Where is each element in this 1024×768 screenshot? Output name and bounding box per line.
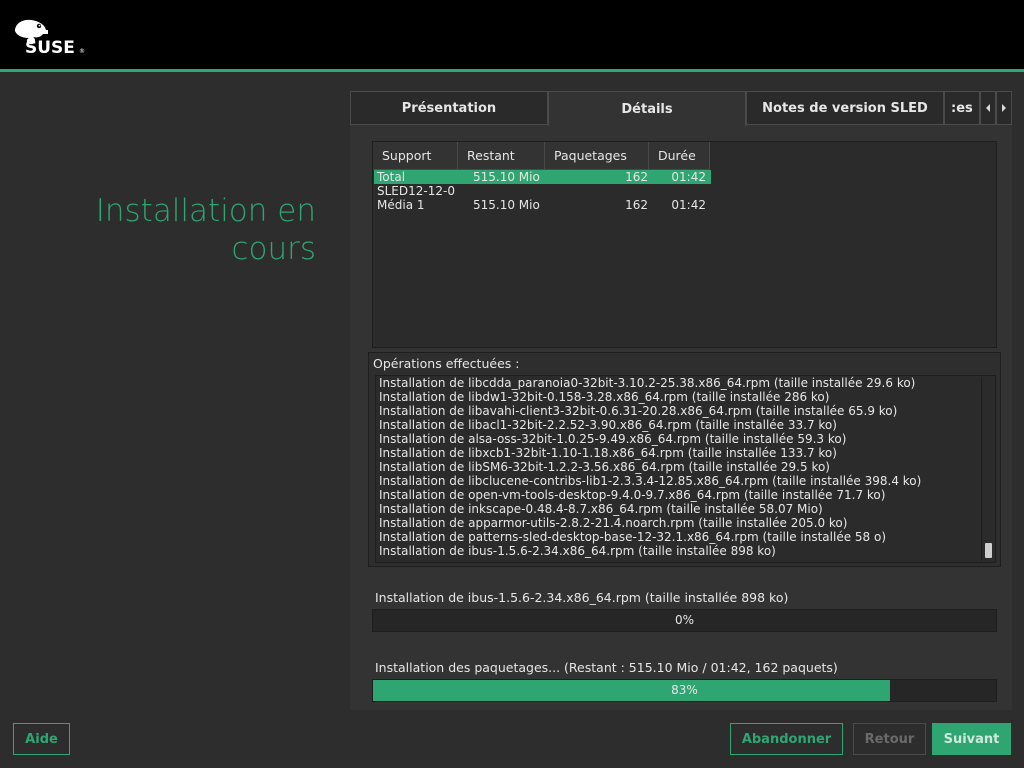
tab-overflow-label: :es [951,100,973,116]
header-accent-line [0,69,1024,72]
tab-presentation-label: Présentation [401,100,497,116]
column-header-packages[interactable]: Paquetages [545,142,649,170]
list-item: Installation de inkscape-0.48.4-8.7.x86_… [379,502,823,516]
operations-group: Opérations effectuées : Installation de … [368,352,1001,567]
list-item: Installation de libcdda_paranoia0-32bit-… [379,376,916,390]
cell-packages [588,184,648,198]
column-header-support[interactable]: Support [373,142,458,170]
list-item: Installation de apparmor-utils-2.8.2-21.… [379,516,848,530]
list-item: Installation de open-vm-tools-desktop-9.… [379,488,886,502]
tab-details-label: Détails [621,101,673,117]
package-progress-bar: 0% [372,609,997,632]
tab-overflow[interactable]: :es [944,91,980,125]
list-item: Installation de libclucene-contribs-lib1… [379,474,922,488]
package-progress-text: 0% [674,613,695,627]
operations-label: Opérations effectuées : [373,356,520,371]
total-progress-text: 83% [671,683,698,697]
list-item: Installation de libdw1-32bit-0.158-3.28.… [379,390,830,404]
column-header-remaining[interactable]: Restant [458,142,545,170]
tab-scroll-right-button[interactable] [996,91,1012,125]
total-progress-bar: 83% [372,679,997,702]
tab-details[interactable]: Détails [548,91,746,126]
suse-logo: SUSE ® [15,19,85,57]
cell-packages: 162 [625,198,648,212]
list-item: Installation de ibus-1.5.6-2.34.x86_64.r… [379,544,776,558]
media-table[interactable]: Support Restant Paquetages Durée Total 5… [372,141,997,348]
next-button[interactable]: Suivant [932,723,1011,755]
help-button[interactable]: Aide [13,723,70,755]
media-table-header: Support Restant Paquetages Durée [373,142,710,170]
chevron-left-icon [986,104,990,112]
total-progress-label: Installation des paquetages... (Restant … [375,660,838,675]
cell-remaining: 515.10 Mio [473,198,540,212]
header-bar: SUSE ® [0,0,1024,69]
cell-packages: 162 [625,170,648,184]
list-item: Installation de libSM6-32bit-1.2.2-3.56.… [379,460,830,474]
cell-duration: 01:42 [671,198,706,212]
back-button[interactable]: Retour [853,723,926,755]
page-title-line2: cours [231,231,316,267]
operations-log[interactable]: Installation de libcdda_paranoia0-32bit-… [375,375,996,563]
page-title: Installation en cours [60,192,316,268]
list-item: Installation de libacl1-32bit-2.2.52-3.9… [379,418,837,432]
table-row[interactable]: SLED12-12-0 [374,184,711,198]
scrollbar-thumb[interactable] [985,543,992,558]
operations-scrollbar[interactable] [981,377,994,561]
table-row[interactable]: Média 1 515.10 Mio 162 01:42 [374,198,711,212]
cell-support: Total [377,170,406,184]
list-item: Installation de libavahi-client3-32bit-0… [379,404,898,418]
tab-scroll-left-button[interactable] [980,91,996,125]
tab-presentation[interactable]: Présentation [350,91,548,125]
cell-remaining: 515.10 Mio [473,170,540,184]
svg-text:SUSE: SUSE [25,38,75,57]
list-item: Installation de alsa-oss-32bit-1.0.25-9.… [379,432,847,446]
column-header-duration[interactable]: Durée [649,142,710,170]
cell-remaining [470,184,588,198]
table-row[interactable]: Total 515.10 Mio 162 01:42 [374,170,711,184]
tab-bar: Présentation Détails Notes de version SL… [350,91,1012,126]
cell-support: SLED12-12-0 [377,184,455,198]
page-title-line1: Installation en [95,193,316,229]
list-item: Installation de libxcb1-32bit-1.10-1.18.… [379,446,837,460]
abort-button[interactable]: Abandonner [730,723,843,755]
list-item: Installation de patterns-sled-desktop-ba… [379,530,886,544]
cell-duration: 01:42 [671,170,706,184]
tab-release-notes[interactable]: Notes de version SLED [746,91,944,125]
cell-duration [648,184,708,198]
chevron-right-icon [1002,104,1006,112]
tab-release-notes-label: Notes de version SLED [762,100,928,116]
svg-text:®: ® [79,48,85,55]
cell-support: Média 1 [377,198,425,212]
package-progress-label: Installation de ibus-1.5.6-2.34.x86_64.r… [375,590,789,605]
